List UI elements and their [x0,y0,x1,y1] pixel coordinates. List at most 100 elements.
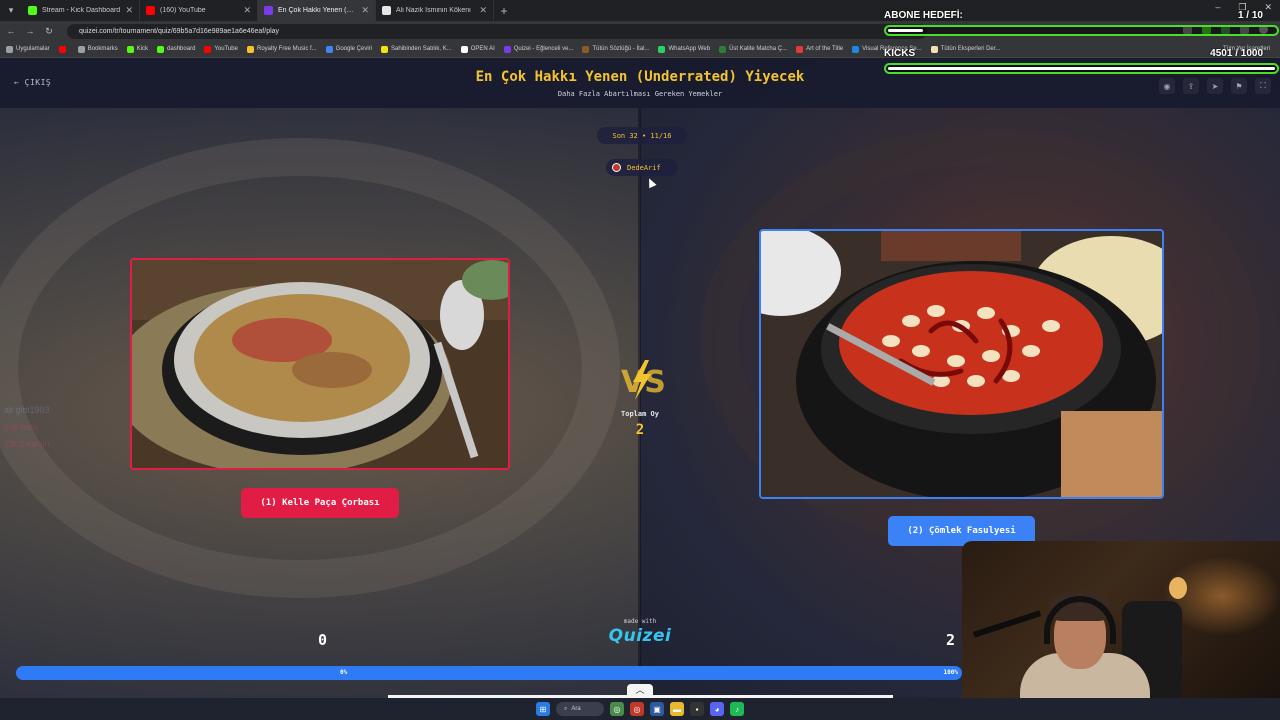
bookmark-item[interactable]: Kick [126,45,149,53]
bookmark-item[interactable]: dashboard [157,45,196,53]
kicks-value: 4501 / 1000 [1210,48,1263,59]
new-tab-button[interactable]: + [494,4,514,18]
bookmark-label: Bookmarks [87,46,118,52]
eye-icon[interactable]: ◉ [1159,78,1175,94]
kicks-overlay: KICKS 4501 / 1000 [884,48,1279,78]
bookmark-label: Sahibinden Satılık, K... [391,46,452,52]
bookmark-item[interactable]: Uygulamalar [6,45,50,53]
username: DedeArif [627,163,661,172]
sub-goal-overlay: ABONE HEDEFİ: 1 / 10 [884,10,1279,40]
bookmark-item[interactable]: Bookmarks [77,45,118,53]
bookmark-item[interactable] [58,45,69,53]
close-icon[interactable]: ✕ [125,5,133,16]
sub-goal-bar [884,25,1279,36]
bookmark-item[interactable]: Google Çeviri [325,45,373,53]
close-icon[interactable]: ✕ [361,5,369,16]
bookmark-item[interactable]: WhatsApp Web [658,45,711,53]
youtube-favicon-icon [146,6,155,15]
reload-icon[interactable]: ↻ [44,26,54,37]
tab-youtube[interactable]: (160) YouTube ✕ [140,0,258,21]
tab-search-icon[interactable]: ▾ [0,0,22,21]
quizei-favicon-icon [264,6,273,15]
option-left-button[interactable]: (1) Kelle Paça Çorbası [241,488,399,518]
lamp [1169,577,1187,599]
sub-goal-fill [888,29,924,32]
quiz-subtitle: Daha Fazla Abartılması Gereken Yemekler [557,90,723,98]
chrome-icon[interactable]: ◎ [610,702,624,716]
faded-chat-overlay: ali gitti1903 çok fena 1903 kalsin [4,402,224,453]
bookmark-item[interactable]: OPEN AI [460,45,495,53]
tab-quiz[interactable]: En Çok Hakkı Yenen (Underrated) ✕ [258,0,376,21]
back-icon[interactable]: ← [6,26,16,36]
bookmark-label: Art of the Title [806,46,844,52]
tab-title: Ali Nazik İsminin Kökeni [396,7,471,14]
bookmark-icon [157,45,165,53]
sub-goal-label: ABONE HEDEFİ: [884,10,963,21]
send-icon[interactable]: ➤ [1207,78,1223,94]
quizei-logo: Quizei [608,626,672,646]
bookmark-label: Royalty Free Music f... [256,46,317,52]
kicks-fill [888,67,1275,70]
bookmark-icon [58,45,66,53]
score-right: 2 [946,631,956,649]
chat-line: çok fena [4,422,39,432]
tab-title: Stream - Kick Dashboard [42,7,121,14]
tab-title: En Çok Hakkı Yenen (Underrated) [278,7,356,14]
tab-ali-nazik[interactable]: Ali Nazik İsminin Kökeni ✕ [376,0,494,21]
bookmark-icon [381,45,389,53]
bookmark-label: Tütün Sözlüğü - İtal... [592,46,650,52]
windows-start-icon[interactable]: ⊞ [536,702,550,716]
bookmark-label: Google Çeviri [335,46,373,52]
discord-icon[interactable]: ◕ [710,702,724,716]
kicks-bar [884,63,1279,74]
taskbar-search[interactable]: ⌕ Ara [556,702,604,716]
tab-title: (160) YouTube [160,7,206,14]
bookmark-label: YouTube [214,46,238,52]
bookmark-icon [246,45,254,53]
url-input[interactable]: quizei.com/tr/tournament/quiz/69b5a7d16e… [67,23,927,39]
windows-taskbar: ⊞ ⌕ Ara ◎ ◎ ▣ ▬ ▪ ◕ ♪ [0,698,1280,720]
folder-icon[interactable]: ▬ [670,702,684,716]
progress-right-label: 100% [943,669,958,676]
microphone-arm [972,610,1042,638]
bookmark-icon [204,45,212,53]
fullscreen-icon[interactable]: ⛶ [1255,78,1271,94]
flag-icon[interactable]: ⚑ [1231,78,1247,94]
chrome-alt-icon[interactable]: ◎ [630,702,644,716]
progress-left-label: 0% [340,669,348,676]
bookmark-label: OPEN AI [470,46,495,52]
spotify-icon[interactable]: ♪ [730,702,744,716]
bookmark-label: dashboard [167,46,196,52]
round-badge: Son 32 • 11/16 [597,127,687,144]
share-icon[interactable]: ⇪ [1183,78,1199,94]
terminal-icon[interactable]: ▪ [690,702,704,716]
forward-icon[interactable]: → [25,26,35,36]
total-votes-label: Toplam Oy [621,410,659,418]
bookmark-label: Üst Kalite Matcha Ç... [729,46,788,52]
chat-line: 1903 kalsin [4,439,50,449]
bookmark-item[interactable]: YouTube [204,45,238,53]
bookmark-icon [719,45,727,53]
tab-kick-dashboard[interactable]: Stream - Kick Dashboard ✕ [22,0,140,21]
bookmark-item[interactable]: Art of the Title [796,45,844,53]
store-icon[interactable]: ▣ [650,702,664,716]
bookmark-item[interactable]: Quizei - Eğlenceli ve... [503,45,573,53]
bookmark-icon [582,45,590,53]
close-icon[interactable]: ✕ [479,5,487,16]
header-tools: ◉ ⇪ ➤ ⚑ ⛶ [1159,78,1271,94]
total-votes-value: 2 [635,422,645,438]
bookmark-item[interactable]: Sahibinden Satılık, K... [381,45,452,53]
chat-line: ali gitti1903 [4,405,50,415]
webcam-feed [962,541,1280,698]
bookmark-label: Kick [136,46,149,52]
bookmark-label: WhatsApp Web [668,46,711,52]
close-icon[interactable]: ✕ [243,5,251,16]
bookmark-icon [460,45,468,53]
user-badge: DedeArif [606,159,678,176]
option-right-image[interactable] [759,229,1164,499]
bookmark-label: Uygulamalar [16,46,50,52]
bookmark-item[interactable]: Tütün Sözlüğü - İtal... [582,45,650,53]
bookmark-item[interactable]: Üst Kalite Matcha Ç... [719,45,788,53]
bookmark-item[interactable]: Royalty Free Music f... [246,45,317,53]
avatar [612,163,621,172]
